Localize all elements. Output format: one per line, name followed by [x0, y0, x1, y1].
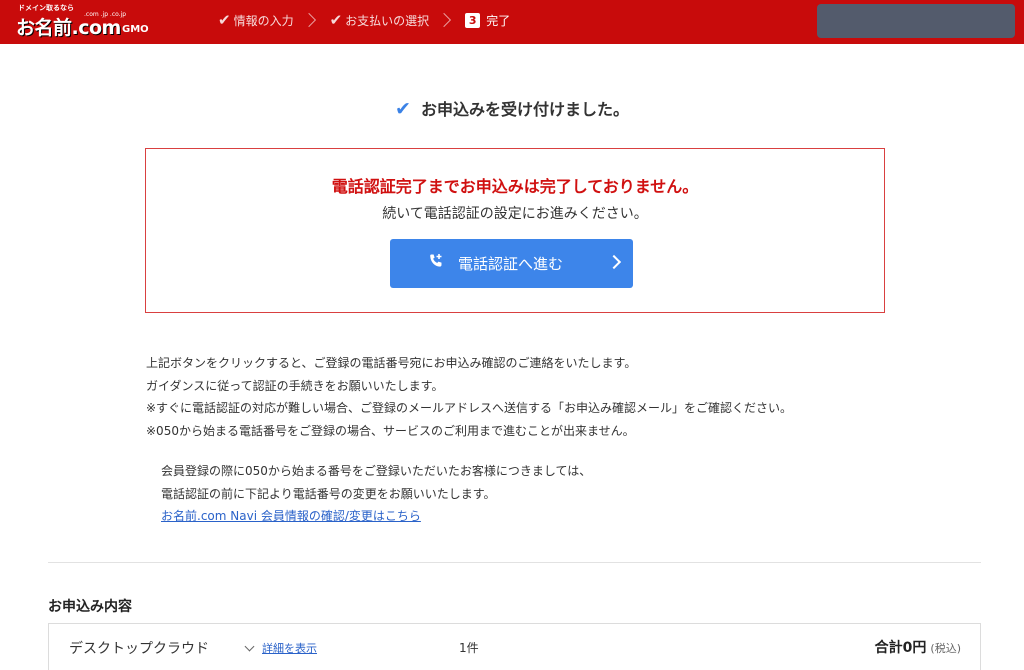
note-line: 会員登録の際に050から始まる番号をご登録いただいたお客様につきましては、 — [161, 464, 592, 478]
check-icon: ✔ — [395, 98, 411, 120]
step-number-badge: 3 — [465, 12, 481, 28]
note-line: ガイダンスに従って認証の手続きをお願いいたします。 — [146, 378, 444, 393]
check-icon: ✔ — [329, 11, 343, 29]
note-line: 上記ボタンをクリックすると、ご登録の電話番号宛にお申込み確認のご連絡をいたします… — [146, 356, 637, 370]
order-quantity: 1件 — [459, 641, 479, 655]
navi-member-info-link[interactable]: お名前.com Navi 会員情報の確認/変更はこちら — [161, 509, 421, 523]
header-account-box[interactable] — [817, 4, 1015, 38]
phone-auth-button-label: 電話認証へ進む — [458, 255, 564, 273]
phone-auth-button[interactable]: 電話認証へ進む — [390, 239, 633, 288]
table-row: デスクトップクラウド 詳細を表示 1件 合計0円 (税込) — [48, 623, 981, 670]
step-label: 情報の入力 — [233, 13, 294, 28]
check-icon: ✔ — [218, 11, 231, 29]
phone-icon — [428, 253, 444, 273]
step-info-input: ✔ 情報の入力 — [218, 11, 294, 29]
note-line: 電話認証の前に下記より電話番号の変更をお願いいたします。 — [161, 486, 496, 501]
alert-title: 電話認証完了までお申込みは完了しておりません。 — [331, 177, 699, 196]
section-divider — [48, 562, 981, 563]
logo-gmo: GMO — [122, 24, 149, 35]
step-complete: 3 完了 — [465, 12, 510, 29]
total-amount: 合計0円 — [874, 640, 927, 656]
note-line: ※050から始まる電話番号をご登録の場合、サービスのご利用まで進むことが出来ませ… — [146, 423, 635, 438]
note-line: ※すぐに電話認証の対応が難しい場合、ご登録のメールアドレスへ送信する「お申込み確… — [146, 401, 793, 415]
onamae-logo[interactable]: ドメイン取るなら .com .jp .co.jp お名前.com GMO — [16, 3, 162, 39]
step-separator-icon — [301, 12, 316, 28]
page-title: ✔ お申込みを受け付けました。 — [0, 96, 1024, 120]
show-details-toggle[interactable]: 詳細を表示 — [244, 640, 317, 656]
order-heading: お申込み内容 — [48, 599, 132, 615]
step-separator-icon — [437, 12, 452, 28]
chevron-right-icon — [606, 254, 622, 270]
logo-main-text: お名前.com — [16, 17, 121, 39]
phone-icon-svg — [430, 254, 442, 267]
instruction-notes: 上記ボタンをクリックすると、ご登録の電話番号宛にお申込み確認のご連絡をいたします… — [146, 352, 792, 442]
service-name: デスクトップクラウド — [69, 641, 209, 657]
alert-subtitle: 続いて電話認証の設定にお進みください。 — [382, 206, 648, 222]
step-label: 完了 — [486, 13, 511, 28]
phone-auth-alert: 電話認証完了までお申込みは完了しておりません。 続いて電話認証の設定にお進みくだ… — [145, 148, 885, 313]
page-title-text: お申込みを受け付けました。 — [420, 100, 629, 119]
step-payment-select: ✔ お支払いの選択 — [330, 11, 430, 29]
logo-tagline: ドメイン取るなら — [18, 4, 74, 12]
order-total: 合計0円 (税込) — [875, 637, 961, 657]
step-label: お支払いの選択 — [345, 13, 430, 28]
phone-change-notes: 会員登録の際に050から始まる番号をご登録いただいたお客様につきましては、 電話… — [161, 460, 591, 528]
progress-steps: ✔ 情報の入力 ✔ お支払いの選択 3 完了 — [218, 10, 510, 30]
show-details-link[interactable]: 詳細を表示 — [262, 640, 317, 656]
header-bar: ドメイン取るなら .com .jp .co.jp お名前.com GMO ✔ 情… — [0, 0, 1024, 44]
chevron-down-icon — [244, 641, 255, 651]
tax-note: (税込) — [930, 642, 961, 655]
